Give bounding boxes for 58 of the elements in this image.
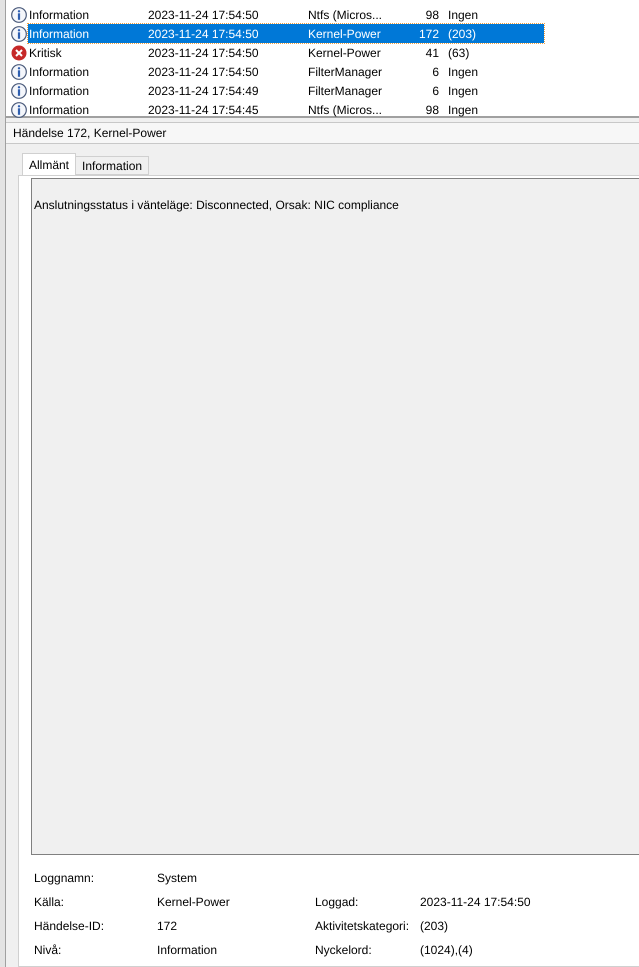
field-label: Loggnamn: <box>34 870 96 886</box>
field-value: 172 <box>157 918 178 934</box>
event-id-cell-text: 172 <box>418 26 439 42</box>
field-label: Aktivitetskategori: <box>315 918 410 934</box>
event-row[interactable]: Information 2023-11-24 17:54:45 Ntfs (Micros... 98 Ingen <box>6 100 639 119</box>
field-value: Kernel-Power <box>157 894 231 910</box>
source-cell-text: Kernel-Power <box>308 26 382 42</box>
event-id-cell-text: 6 <box>431 82 439 100</box>
tab[interactable]: Information <box>75 156 150 175</box>
field-value: Information <box>157 942 218 958</box>
date-cell-text: 2023-11-24 17:54:45 <box>148 102 260 118</box>
date-cell-text: 2023-11-24 17:54:50 <box>148 6 260 24</box>
field-label: Händelse-ID: <box>34 918 106 934</box>
tab[interactable]: Allmänt <box>22 153 76 175</box>
event-id-cell-text: 98 <box>424 102 439 118</box>
info-icon <box>11 64 27 80</box>
error-icon <box>11 44 27 60</box>
field-label: Nivå: <box>34 942 62 958</box>
event-id-cell-text: 6 <box>431 64 439 80</box>
category-cell-text: Ingen <box>448 64 478 80</box>
date-cell-text: 2023-11-24 17:54:50 <box>148 26 260 42</box>
event-row[interactable]: Information 2023-11-24 17:54:50 FilterManager 6 Ingen <box>6 62 639 81</box>
source-cell-text: Ntfs (Micros... <box>308 102 383 118</box>
category-cell-text: Ingen <box>448 82 478 100</box>
field-value: (203) <box>420 918 448 934</box>
source-cell-text: FilterManager <box>308 64 384 80</box>
event-row[interactable]: Information 2023-11-24 17:54:49 FilterManager 6 Ingen <box>6 81 639 100</box>
level-cell-text: Information <box>28 6 90 24</box>
level-cell-text: Information <box>28 82 90 100</box>
info-icon <box>11 6 27 22</box>
field-label: Loggad: <box>315 894 360 910</box>
date-cell-text: 2023-11-24 17:54:49 <box>148 82 260 100</box>
date-cell-text: 2023-11-24 17:54:50 <box>148 64 260 80</box>
source-cell-text: Kernel-Power <box>308 44 382 62</box>
category-cell-text: (63) <box>448 44 470 62</box>
event-id-cell-text: 41 <box>424 44 439 62</box>
info-icon <box>11 26 27 42</box>
category-cell-text: Ingen <box>448 102 478 118</box>
level-cell-text: Information <box>28 64 90 80</box>
field-value: System <box>157 870 198 886</box>
date-cell-text: 2023-11-24 17:54:50 <box>148 44 260 62</box>
level-cell-text: Kritisk <box>28 44 63 62</box>
event-title: Händelse 172, Kernel-Power <box>13 125 166 142</box>
event-row[interactable]: Kritisk 2023-11-24 17:54:50 Kernel-Power 41 (63) <box>6 43 639 62</box>
source-cell-text: Ntfs (Micros... <box>308 6 383 24</box>
category-cell-text: Ingen <box>448 6 478 24</box>
event-id-cell-text: 98 <box>424 6 439 24</box>
category-cell-text: (203) <box>448 26 476 42</box>
source-cell-text: FilterManager <box>308 82 384 100</box>
level-cell-text: Information <box>28 102 90 118</box>
field-label: Nyckelord: <box>315 942 373 958</box>
field-value: (1024),(4) <box>420 942 473 958</box>
info-icon <box>11 82 27 98</box>
description-text: Anslutningsstatus i vänteläge: Disconnected, Orsak: NIC compliance <box>34 198 399 212</box>
field-label: Källa: <box>34 894 66 910</box>
level-cell-text: Information <box>28 26 90 42</box>
field-value: 2023-11-24 17:54:50 <box>420 894 531 910</box>
event-row[interactable]: Information 2023-11-24 17:54:50 Ntfs (Micros... 98 Ingen <box>6 5 639 24</box>
